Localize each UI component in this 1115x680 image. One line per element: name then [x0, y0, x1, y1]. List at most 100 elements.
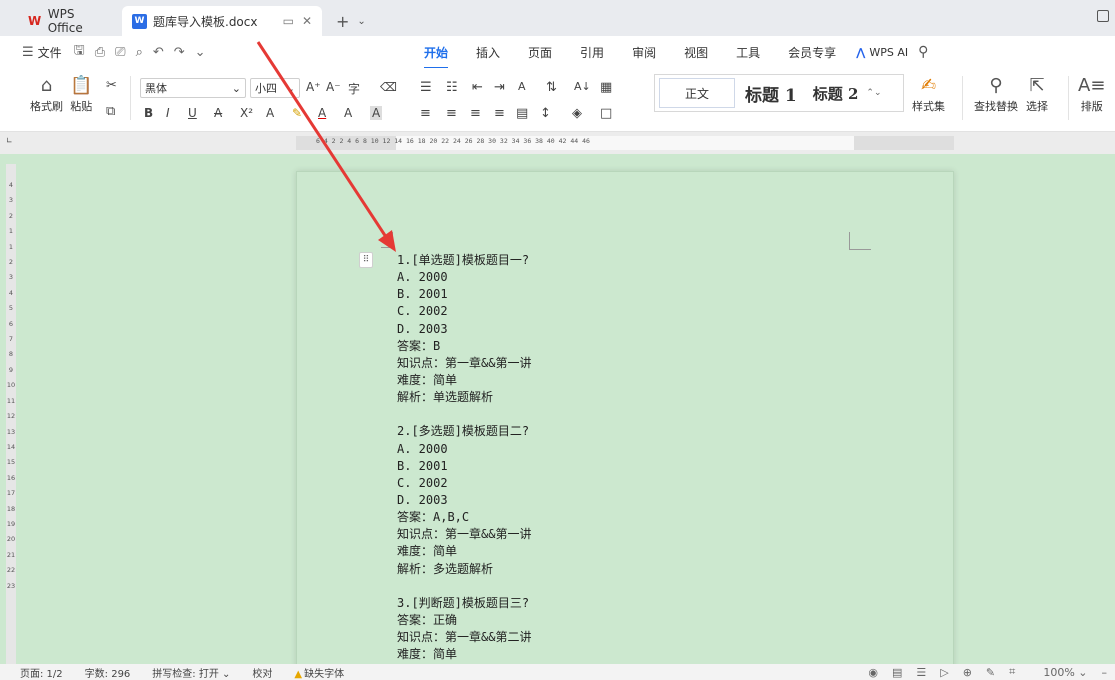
strikethrough-icon[interactable]: A	[214, 106, 222, 120]
document-line[interactable]: 解析：单选题解析	[397, 389, 531, 406]
char-shading-icon[interactable]: A	[344, 106, 352, 120]
tab-document[interactable]: W 题库导入模板.docx ▭ ✕	[122, 6, 322, 36]
highlight-icon[interactable]: ✎	[292, 106, 302, 120]
proofread[interactable]: 校对	[252, 665, 272, 680]
document-page[interactable]: ⠿ 1.[单选题]模板题目一? A. 2000 B. 2001 C. 2002 D. 2…	[296, 171, 954, 671]
vertical-ruler[interactable]: 4 3 2 1 1 2 3 4 5 6 7 8 9 10 11 12 13 14 15 16 17 18 19 20 21 22 2…	[6, 164, 16, 664]
shading-icon[interactable]: ◈	[572, 106, 582, 121]
text-effect-icon[interactable]: A	[266, 106, 274, 120]
document-line[interactable]: 解析：多选题解析	[397, 561, 531, 578]
document-line[interactable]: 难度：简单	[397, 646, 531, 663]
outline-view-icon[interactable]: ☰	[916, 666, 926, 679]
paragraph-drag-handle-icon[interactable]: ⠿	[359, 252, 373, 268]
cut-icon[interactable]: ✂	[106, 78, 117, 93]
superscript-icon[interactable]: X²	[240, 106, 253, 120]
document-line[interactable]: A. 2000	[397, 441, 531, 458]
style-normal[interactable]: 正文	[659, 78, 735, 108]
document-line[interactable]: 知识点：第一章&&第一讲	[397, 526, 531, 543]
align-left-icon[interactable]: ≡	[420, 106, 431, 121]
distribute-icon[interactable]: ▤	[516, 106, 528, 121]
document-body[interactable]: 1.[单选题]模板题目一? A. 2000 B. 2001 C. 2002 D. 200…	[397, 252, 531, 663]
align-center-icon[interactable]: ≡	[446, 106, 457, 121]
document-line[interactable]: 难度：简单	[397, 543, 531, 560]
font-family-select[interactable]: 黑体 ⌄	[140, 78, 246, 98]
search-icon[interactable]: ⚲	[918, 44, 928, 60]
document-line[interactable]: 答案：A,B,C	[397, 509, 531, 526]
style-set-button[interactable]: ✍ 样式集	[912, 74, 945, 114]
increase-indent-icon[interactable]: ⇥	[494, 80, 505, 95]
close-icon[interactable]: ✕	[302, 14, 312, 28]
line-spacing-icon[interactable]: ↕	[540, 106, 551, 121]
document-line[interactable]: 知识点：第一章&&第二讲	[397, 629, 531, 646]
chinese-layout-icon[interactable]: A	[518, 80, 526, 93]
numbered-list-icon[interactable]: ☷	[446, 80, 458, 95]
paste-button[interactable]: 📋 粘贴	[70, 74, 92, 114]
zoom-out-icon[interactable]: –	[1102, 666, 1108, 679]
document-line[interactable]: 3.[判断题]模板题目三?	[397, 595, 531, 612]
table-icon[interactable]: ▦	[600, 80, 612, 95]
fit-page-icon[interactable]: ⌗	[1009, 665, 1015, 679]
find-replace-button[interactable]: ⚲ 查找替换	[974, 74, 1018, 114]
copy-icon[interactable]: ⧉	[106, 104, 115, 119]
spell-check[interactable]: 拼写检查: 打开 ⌄	[152, 665, 230, 680]
tab-home[interactable]: 开始	[424, 44, 449, 69]
pen-icon[interactable]: ✎	[986, 666, 995, 679]
format-painter-button[interactable]: ⌂ 格式刷	[30, 74, 63, 114]
tab-stop-icon[interactable]: ∟	[6, 136, 13, 145]
missing-font[interactable]: ▲ 缺失字体	[294, 665, 344, 680]
document-line[interactable]: 答案：正确	[397, 612, 531, 629]
tab-insert[interactable]: 插入	[476, 44, 500, 61]
blank-line[interactable]	[397, 578, 531, 595]
document-line[interactable]: C. 2002	[397, 475, 531, 492]
window-restore-icon[interactable]	[1097, 10, 1109, 22]
page-count[interactable]: 页面: 1/2	[20, 665, 63, 680]
font-size-select[interactable]: 小四 ⌄	[250, 78, 300, 98]
style-heading-2[interactable]: 标题 2	[813, 83, 859, 104]
gallery-scroll-icon[interactable]: ⌃⌄	[866, 88, 881, 98]
tab-member[interactable]: 会员专享	[788, 44, 836, 61]
eye-icon[interactable]: ◉	[868, 666, 878, 679]
tab-references[interactable]: 引用	[580, 44, 604, 61]
zoom-level[interactable]: 100% ⌄	[1029, 666, 1087, 679]
phonetic-icon[interactable]: 字	[348, 80, 360, 97]
document-line[interactable]: 难度：简单	[397, 372, 531, 389]
borders-icon[interactable]: □	[600, 106, 612, 121]
align-right-icon[interactable]: ≡	[470, 106, 481, 121]
select-button[interactable]: ⇱ 选择	[1026, 74, 1048, 114]
blank-line[interactable]	[397, 406, 531, 423]
wps-ai-button[interactable]: ⋀ WPS AI	[856, 46, 908, 59]
style-heading-1[interactable]: 标题 1	[745, 81, 797, 106]
new-tab-button[interactable]: + ⌄	[322, 6, 366, 36]
horizontal-ruler[interactable]: 6 4 2 2 4 6 8 10 12 14 16 18 20 22 24 26…	[296, 136, 954, 150]
italic-icon[interactable]: I	[166, 106, 170, 120]
underline-icon[interactable]: U	[188, 106, 197, 120]
document-workspace[interactable]: 4 3 2 1 1 2 3 4 5 6 7 8 9 10 11 12 13 14 15 16 17 18 19 20 21 22 2…	[0, 154, 1115, 671]
document-line[interactable]: A. 2000	[397, 269, 531, 286]
document-line[interactable]: 知识点：第一章&&第一讲	[397, 355, 531, 372]
clear-format-icon[interactable]: ⌫	[380, 80, 397, 94]
char-border-icon[interactable]: A	[370, 106, 383, 120]
page-view-icon[interactable]: ▤	[892, 666, 902, 679]
tab-review[interactable]: 审阅	[632, 44, 656, 61]
print-icon[interactable]: ⎚	[115, 45, 125, 60]
chevron-down-icon[interactable]: ⌄	[357, 16, 365, 27]
chevron-down-icon[interactable]: ⌄	[195, 45, 206, 60]
show-marks-icon[interactable]: A↓	[574, 80, 591, 93]
document-line[interactable]: B. 2001	[397, 286, 531, 303]
word-count[interactable]: 字数: 296	[85, 665, 131, 680]
document-line[interactable]: D. 2003	[397, 321, 531, 338]
tab-view[interactable]: 视图	[684, 44, 708, 61]
web-view-icon[interactable]: ⊕	[963, 666, 972, 679]
bold-icon[interactable]: B	[144, 106, 153, 120]
justify-icon[interactable]: ≡	[494, 106, 505, 121]
document-line[interactable]: 1.[单选题]模板题目一?	[397, 252, 531, 269]
document-line[interactable]: 2.[多选题]模板题目二?	[397, 423, 531, 440]
bullet-list-icon[interactable]: ☰	[420, 80, 432, 95]
undo-icon[interactable]: ↶	[153, 45, 164, 60]
layout-button[interactable]: A≡ 排版	[1078, 74, 1105, 114]
save-icon[interactable]: 🖫	[74, 41, 85, 63]
play-icon[interactable]: ▷	[940, 666, 948, 679]
document-line[interactable]: B. 2001	[397, 458, 531, 475]
redo-icon[interactable]: ↷	[174, 45, 185, 60]
document-line[interactable]: D. 2003	[397, 492, 531, 509]
